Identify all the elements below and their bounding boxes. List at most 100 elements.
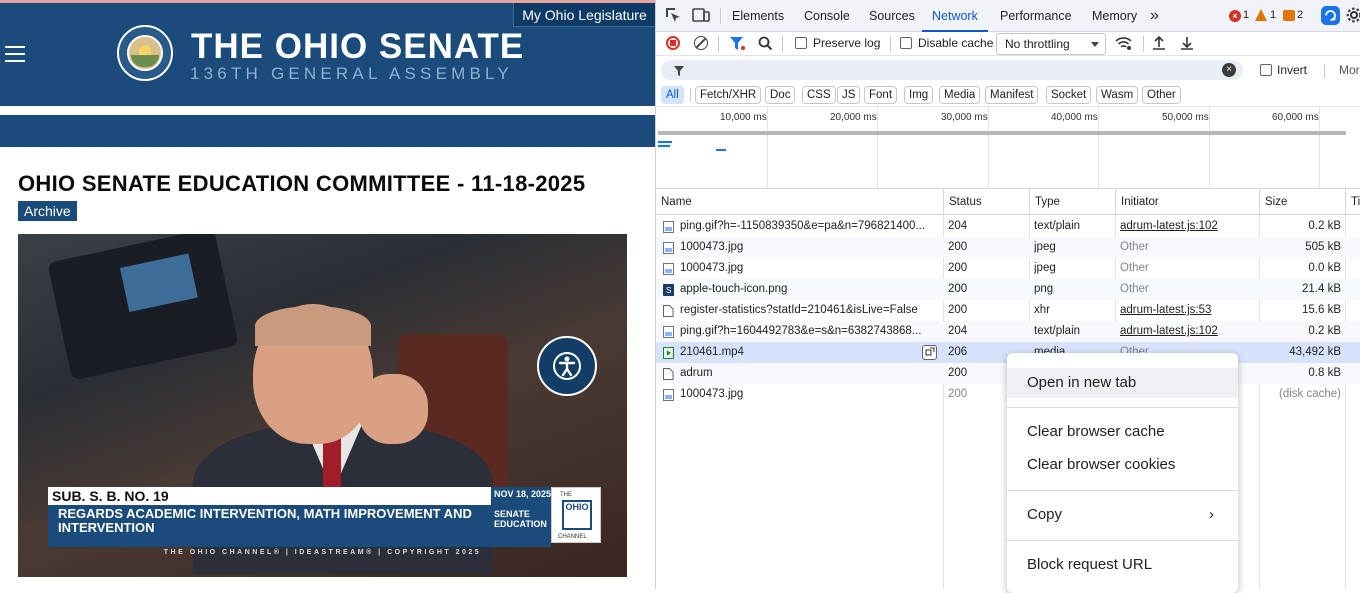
- chevron-right-icon: ›: [1209, 506, 1214, 523]
- request-initiator[interactable]: adrum-latest.js:102: [1120, 321, 1258, 342]
- issues-icon[interactable]: [1283, 10, 1295, 21]
- type-filter-socket[interactable]: Socket: [1046, 86, 1092, 104]
- request-status: 200: [948, 262, 968, 274]
- invert-checkbox[interactable]: [1260, 64, 1272, 76]
- column-header-type[interactable]: Type: [1029, 189, 1060, 215]
- menu-item-block-request-url[interactable]: Block request URL: [1007, 550, 1238, 580]
- inspect-element-icon[interactable]: [664, 6, 684, 26]
- more-filters-label[interactable]: Mor: [1339, 63, 1360, 77]
- request-initiator: Other: [1120, 283, 1149, 295]
- network-conditions-icon[interactable]: [1115, 36, 1133, 54]
- table-row[interactable]: Sapple-touch-icon.png 200 png Other 21.4 kB: [656, 279, 1360, 300]
- request-size: (disk cache): [1279, 388, 1341, 400]
- tab-network[interactable]: Network: [922, 0, 988, 32]
- tab-performance[interactable]: Performance: [1000, 0, 1072, 32]
- bill-number: SUB. S. B. NO. 19: [48, 487, 521, 505]
- type-filter-fetch-xhr[interactable]: Fetch/XHR: [695, 86, 762, 104]
- disable-cache-checkbox[interactable]: [900, 37, 912, 49]
- invert-label[interactable]: Invert: [1277, 63, 1307, 77]
- throttling-select[interactable]: No throttling: [996, 33, 1106, 55]
- error-icon[interactable]: ×: [1229, 10, 1241, 22]
- column-header-name[interactable]: Name: [656, 189, 692, 215]
- more-tabs-chevron-icon[interactable]: »: [1150, 0, 1159, 32]
- type-filter-font[interactable]: Font: [864, 86, 898, 104]
- type-filter-doc[interactable]: Doc: [765, 86, 796, 104]
- table-row[interactable]: 1000473.jpg 200 jpeg Other 0.0 kB: [656, 258, 1360, 279]
- error-count[interactable]: 1: [1243, 9, 1249, 21]
- device-toolbar-icon[interactable]: [692, 6, 712, 26]
- tab-console[interactable]: Console: [804, 0, 850, 32]
- menu-item-clear-browser-cookies[interactable]: Clear browser cookies: [1007, 450, 1238, 480]
- table-row[interactable]: ping.gif?h=1604492783&e=s&n=6382743868..…: [656, 321, 1360, 342]
- clear-filter-icon[interactable]: ×: [1222, 63, 1236, 77]
- video-player[interactable]: SUB. S. B. NO. 19 REGARDS ACADEMIC INTER…: [18, 234, 627, 577]
- hamburger-menu-icon[interactable]: [5, 46, 25, 62]
- export-har-icon[interactable]: [1180, 35, 1194, 54]
- column-header-size[interactable]: Size: [1259, 189, 1287, 215]
- column-header-time[interactable]: Tir: [1345, 189, 1360, 215]
- site-title[interactable]: THE OHIO SENATE: [191, 27, 524, 67]
- reveal-in-panel-icon[interactable]: [922, 345, 937, 360]
- type-filter-wasm[interactable]: Wasm: [1096, 86, 1139, 104]
- type-filter-media[interactable]: Media: [939, 86, 981, 104]
- request-size: 15.6 kB: [1302, 304, 1341, 316]
- type-filter-css[interactable]: CSS: [802, 86, 836, 104]
- timeline-request-mark: [658, 141, 672, 143]
- import-har-icon[interactable]: [1152, 35, 1166, 54]
- type-filter-manifest[interactable]: Manifest: [985, 86, 1039, 104]
- filter-funnel-icon[interactable]: [730, 37, 745, 54]
- request-initiator[interactable]: adrum-latest.js:102: [1120, 216, 1258, 237]
- preserve-log-checkbox[interactable]: [795, 37, 807, 49]
- column-header-initiator[interactable]: Initiator: [1115, 189, 1159, 215]
- my-ohio-legislature-link[interactable]: My Ohio Legislature: [513, 3, 655, 27]
- tab-sources[interactable]: Sources: [869, 0, 915, 32]
- request-name[interactable]: register-statistics?statId=210461&isLive…: [680, 300, 942, 321]
- warning-icon[interactable]: [1255, 9, 1267, 21]
- search-icon[interactable]: [758, 36, 773, 54]
- request-initiator[interactable]: adrum-latest.js:53: [1120, 300, 1258, 321]
- request-name[interactable]: apple-touch-icon.png: [680, 279, 942, 300]
- media-icon: [663, 347, 674, 359]
- tab-elements[interactable]: Elements: [732, 0, 784, 32]
- record-stop-icon[interactable]: [666, 36, 680, 50]
- ohio-senate-seal-logo[interactable]: [117, 25, 173, 81]
- table-row[interactable]: register-statistics?statId=210461&isLive…: [656, 300, 1360, 321]
- request-status: 200: [948, 283, 968, 295]
- clear-log-icon[interactable]: [694, 36, 708, 50]
- request-name[interactable]: 1000473.jpg: [680, 258, 942, 279]
- table-row[interactable]: ping.gif?h=-1150839350&e=pa&n=796821400.…: [656, 216, 1360, 237]
- column-header-status[interactable]: Status: [943, 189, 982, 215]
- type-filter-js[interactable]: JS: [837, 86, 861, 104]
- issues-count[interactable]: 2: [1297, 9, 1303, 21]
- network-overview-timeline[interactable]: 10,000 ms 20,000 ms 30,000 ms 40,000 ms …: [656, 106, 1360, 190]
- disable-cache-label[interactable]: Disable cache: [918, 36, 993, 50]
- request-name[interactable]: 1000473.jpg: [680, 384, 942, 405]
- menu-separator: [1007, 490, 1238, 491]
- request-size: 0.8 kB: [1308, 367, 1341, 379]
- timeline-range-bar: [658, 131, 1346, 135]
- request-status: 204: [948, 325, 968, 337]
- request-name[interactable]: adrum: [680, 363, 942, 384]
- filter-input[interactable]: [661, 60, 1243, 80]
- settings-gear-icon[interactable]: [1346, 7, 1360, 26]
- type-filter-img[interactable]: Img: [904, 86, 934, 104]
- request-status: 200: [948, 304, 968, 316]
- request-name[interactable]: 1000473.jpg: [680, 237, 942, 258]
- type-filter-other[interactable]: Other: [1142, 86, 1181, 104]
- type-filter-all[interactable]: All: [661, 86, 684, 104]
- document-icon: [663, 368, 674, 380]
- request-name[interactable]: ping.gif?h=1604492783&e=s&n=6382743868..…: [680, 321, 942, 342]
- table-row[interactable]: 1000473.jpg 200 jpeg Other 505 kB: [656, 237, 1360, 258]
- ai-assistance-icon[interactable]: [1321, 6, 1340, 25]
- accessibility-icon[interactable]: [537, 336, 597, 396]
- tab-memory[interactable]: Memory: [1092, 0, 1137, 32]
- menu-item-copy[interactable]: Copy ›: [1007, 500, 1238, 530]
- preserve-log-label[interactable]: Preserve log: [813, 36, 880, 50]
- menu-item-open-in-new-tab[interactable]: Open in new tab: [1007, 368, 1238, 398]
- menu-item-clear-browser-cache[interactable]: Clear browser cache: [1007, 417, 1238, 447]
- warning-count[interactable]: 1: [1270, 9, 1276, 21]
- request-name[interactable]: 210461.mp4: [680, 342, 942, 363]
- throttling-value: No throttling: [1005, 37, 1070, 51]
- request-name[interactable]: ping.gif?h=-1150839350&e=pa&n=796821400.…: [680, 216, 942, 237]
- document-icon: [663, 305, 674, 317]
